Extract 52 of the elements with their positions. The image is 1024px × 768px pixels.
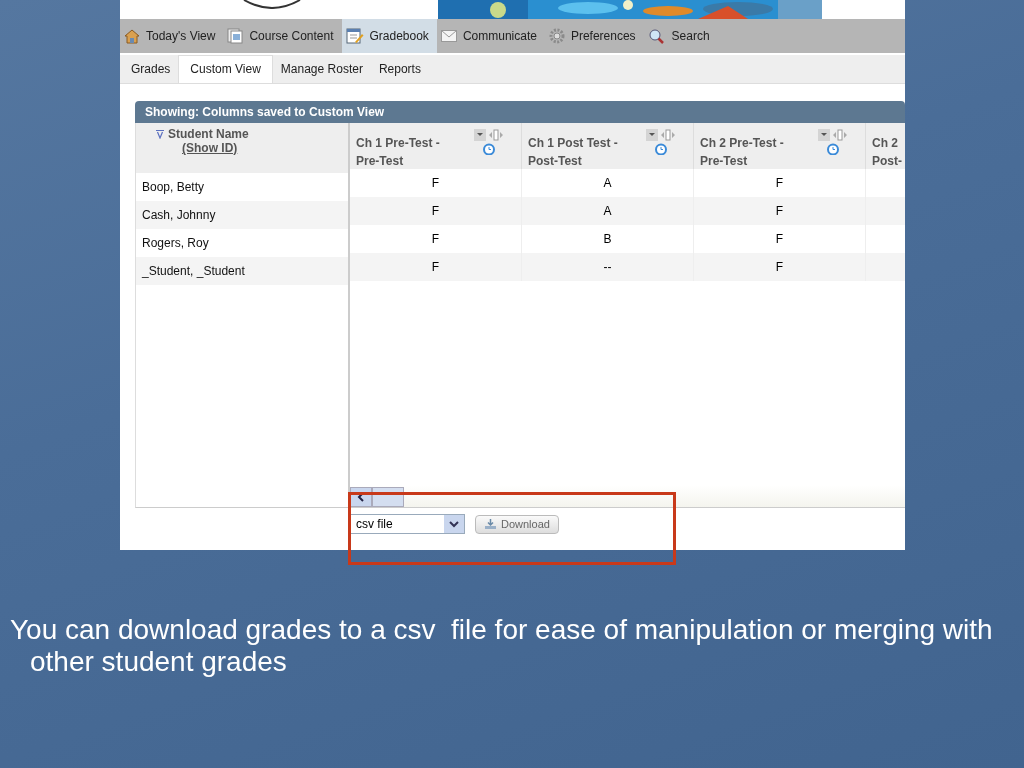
column-header: Student Name	[168, 127, 249, 141]
subtab[interactable]: Grades	[123, 57, 179, 83]
student-name-cell-text: Boop, Betty	[141, 179, 206, 196]
nav-tab[interactable]: Communicate	[436, 19, 545, 53]
nav-tab[interactable]: Search	[643, 19, 718, 53]
nav-tab[interactable]: Preferences	[544, 19, 644, 53]
dropdown-icon[interactable]	[474, 129, 486, 141]
grade-cell: F	[350, 253, 522, 281]
clock-icon	[482, 143, 495, 155]
column-header: Ch 1 Post Test -	[528, 135, 619, 152]
download-icon	[484, 518, 497, 530]
student-name-cell: Cash, Johnny	[136, 201, 348, 229]
gear-icon	[548, 28, 565, 44]
envelope-icon	[440, 30, 457, 42]
dropdown-icon[interactable]	[818, 129, 830, 141]
gradebook-icon	[345, 28, 364, 44]
student-name-cell-text: Rogers, Roy	[141, 235, 210, 252]
grade-cell: A	[522, 197, 694, 225]
search-icon	[647, 28, 666, 44]
nav-tab[interactable]: Course Content	[223, 19, 342, 53]
grade-cell: F	[694, 253, 866, 281]
column-header: Post-Test	[528, 153, 583, 170]
student-name-cell: _Student, _Student	[136, 257, 348, 285]
grid-title: Showing: Columns saved to Custom View	[135, 101, 905, 123]
subtab[interactable]: Reports	[370, 57, 429, 83]
house-icon	[124, 28, 140, 44]
pages-icon	[227, 28, 244, 44]
nav-tab[interactable]: Gradebook	[341, 19, 437, 53]
column-header: Pre-Test	[356, 153, 405, 170]
subtab[interactable]: Manage Roster	[272, 57, 371, 83]
column-header: Post-	[872, 153, 903, 170]
grade-cell: F	[350, 197, 522, 225]
grade-cell: F	[694, 197, 866, 225]
logo-arc-drawing	[242, 0, 302, 9]
show-id-link[interactable]: (Show ID)	[182, 141, 348, 155]
scrollbar-thumb[interactable]	[372, 487, 404, 507]
dropdown-icon[interactable]	[646, 129, 658, 141]
chevron-left-icon	[357, 492, 365, 502]
nav-tab[interactable]: Today's View	[120, 19, 224, 53]
format-select[interactable]: csv file	[350, 514, 465, 534]
column-header: Ch 2	[872, 135, 899, 152]
slide-caption: You can download grades to a csv file for ease of manipulation or merging with other student grades	[10, 614, 994, 678]
subtab[interactable]: Custom View	[178, 55, 273, 83]
column-header: Ch 1 Pre-Test -	[356, 135, 441, 152]
chevron-down-icon	[449, 520, 459, 528]
column-header: Pre-Test	[700, 153, 749, 170]
grade-cell: --	[522, 253, 694, 281]
sort-icon	[156, 129, 164, 139]
column-header: Ch 2 Pre-Test -	[700, 135, 785, 152]
download-button[interactable]: Download	[475, 514, 559, 534]
clock-icon	[826, 143, 839, 155]
clock-icon	[654, 143, 667, 155]
